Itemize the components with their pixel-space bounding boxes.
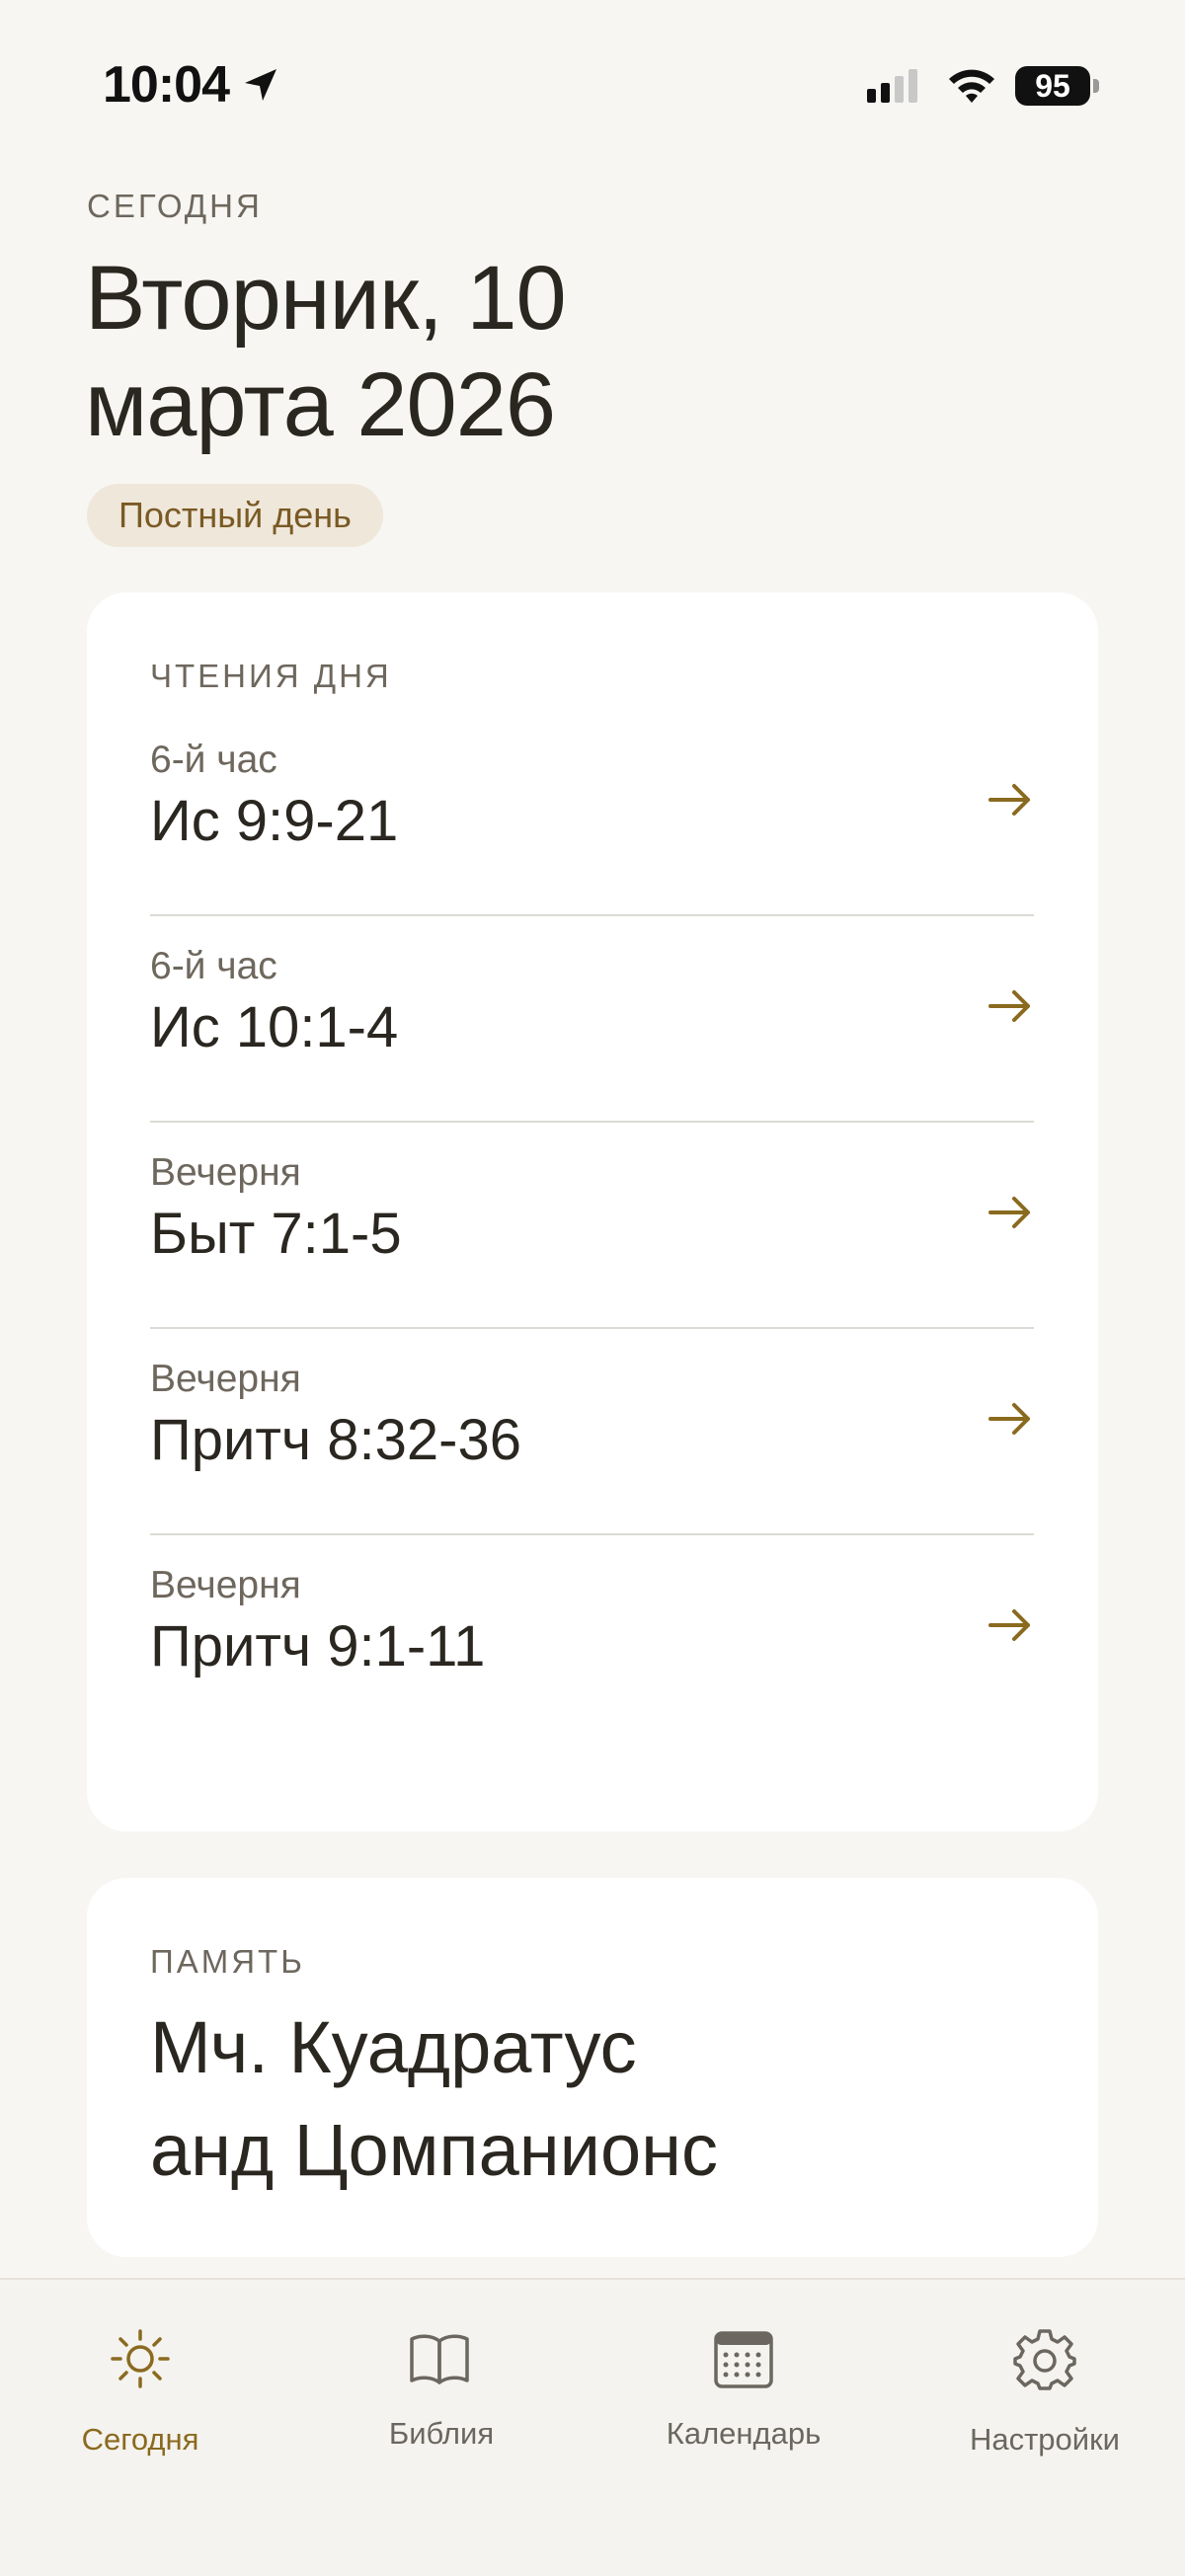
arrow-right-icon: [988, 1609, 1030, 1641]
arrow-right-icon: [988, 1197, 1030, 1228]
tab-label-bible: Библия: [388, 2416, 495, 2451]
battery-level: 95: [1015, 66, 1090, 106]
wifi-icon: [949, 69, 994, 103]
arrow-right-icon: [988, 990, 1030, 1022]
reading-service: Вечерня: [150, 1564, 301, 1606]
page-title-line-2: марта 2026: [85, 354, 556, 455]
reading-service: 6-й час: [150, 945, 277, 987]
reading-item[interactable]: Вечерня Притч 8:32-36: [150, 1328, 1034, 1535]
battery-tip: [1093, 79, 1099, 93]
memory-name-line-1: Мч. Куадратус: [150, 2006, 637, 2088]
page-title: Вторник, 10 марта 2026: [85, 245, 974, 458]
tab-label-calendar: Календарь: [666, 2416, 822, 2451]
tab-label-today: Сегодня: [81, 2422, 199, 2457]
gear-icon: [1013, 2329, 1076, 2390]
tab-bible[interactable]: Библия: [293, 2280, 590, 2477]
status-time: 10:04: [103, 56, 230, 114]
calendar-icon: [714, 2331, 773, 2388]
page-title-line-1: Вторник, 10: [85, 248, 567, 349]
reading-reference: Ис 9:9-21: [150, 789, 399, 853]
tab-settings[interactable]: Настройки: [897, 2280, 1185, 2477]
fast-day-badge: Постный день: [87, 484, 383, 547]
memory-name-line-2: анд Цомпанионс: [150, 2109, 718, 2191]
cellular-signal-icon: [867, 69, 917, 103]
readings-card: ЧТЕНИЯ ДНЯ 6-й час Ис 9:9-21 6-й час Ис …: [87, 592, 1098, 1832]
arrow-right-icon: [988, 784, 1030, 816]
tab-label-settings: Настройки: [969, 2422, 1120, 2457]
arrow-right-icon: [988, 1403, 1030, 1435]
book-icon: [410, 2334, 469, 2384]
reading-item[interactable]: Вечерня Притч 9:1-11: [150, 1534, 1034, 1740]
reading-reference: Притч 8:32-36: [150, 1408, 521, 1472]
tab-today[interactable]: Сегодня: [0, 2280, 296, 2477]
reading-item[interactable]: Вечерня Быт 7:1-5: [150, 1122, 1034, 1329]
memory-saint-name: Мч. Куадратус анд Цомпанионс: [150, 1996, 1039, 2202]
memory-heading: ПАМЯТЬ: [150, 1943, 305, 1980]
tab-calendar[interactable]: Календарь: [595, 2280, 892, 2477]
reading-reference: Притч 9:1-11: [150, 1614, 486, 1678]
reading-service: 6-й час: [150, 739, 277, 781]
page-eyebrow: СЕГОДНЯ: [87, 188, 263, 224]
reading-reference: Ис 10:1-4: [150, 995, 399, 1059]
battery-indicator: 95: [1015, 66, 1099, 106]
readings-heading: ЧТЕНИЯ ДНЯ: [150, 658, 392, 694]
reading-reference: Быт 7:1-5: [150, 1202, 402, 1266]
reading-service: Вечерня: [150, 1358, 301, 1400]
location-arrow-icon: [245, 69, 276, 101]
sun-icon: [111, 2329, 170, 2388]
reading-service: Вечерня: [150, 1151, 301, 1194]
tab-bar: Сегодня Библия Календарь Настройки: [0, 2278, 1185, 2576]
status-bar: 10:04 95: [0, 0, 1185, 173]
memory-card[interactable]: ПАМЯТЬ Мч. Куадратус анд Цомпанионс: [87, 1878, 1098, 2257]
reading-item[interactable]: 6-й час Ис 10:1-4: [150, 915, 1034, 1123]
reading-item[interactable]: 6-й час Ис 9:9-21: [150, 709, 1034, 916]
